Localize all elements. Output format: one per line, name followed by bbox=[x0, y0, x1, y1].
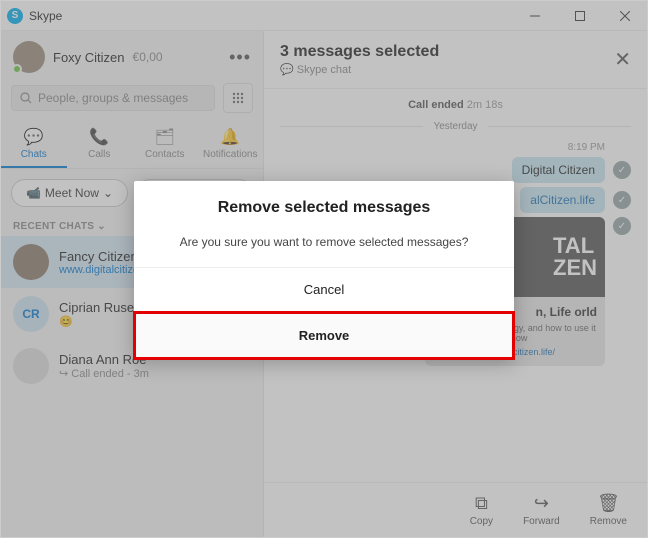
dialog-message: Are you sure you want to remove selected… bbox=[134, 229, 514, 267]
remove-dialog: Remove selected messages Are you sure yo… bbox=[134, 181, 514, 359]
cancel-button[interactable]: Cancel bbox=[134, 267, 514, 311]
confirm-remove-button[interactable]: Remove bbox=[133, 311, 515, 360]
modal-overlay: Remove selected messages Are you sure yo… bbox=[1, 1, 647, 537]
dialog-title: Remove selected messages bbox=[134, 181, 514, 229]
